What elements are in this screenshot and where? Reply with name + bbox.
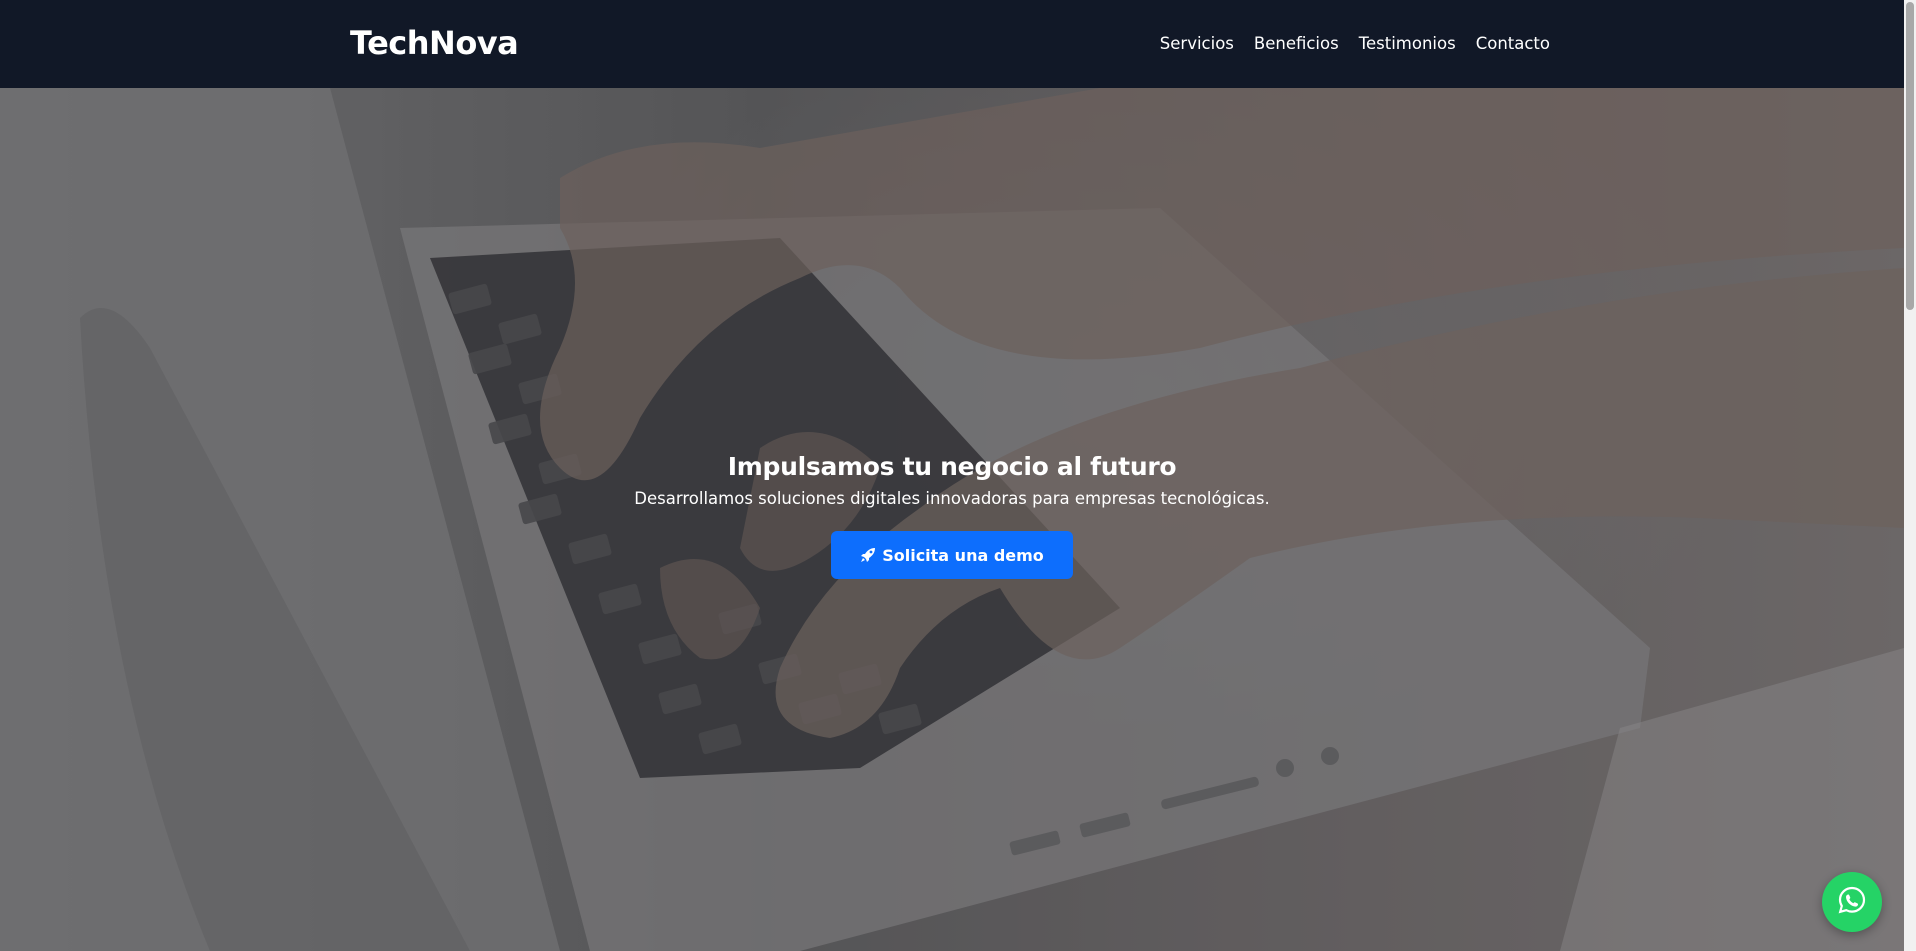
whatsapp-chat-button[interactable] (1822, 872, 1882, 932)
request-demo-label: Solicita una demo (882, 545, 1044, 565)
nav-link-contacto[interactable]: Contacto (1476, 30, 1550, 58)
page-scrollbar[interactable] (1904, 0, 1916, 951)
hero-title: Impulsamos tu negocio al futuro (727, 452, 1177, 481)
scrollbar-thumb[interactable] (1906, 2, 1914, 310)
main-nav: Servicios Beneficios Testimonios Contact… (1160, 30, 1550, 58)
hero-content: Impulsamos tu negocio al futuro Desarrol… (0, 449, 1904, 579)
hero-subtitle: Desarrollamos soluciones digitales innov… (634, 489, 1270, 508)
page: TechNova Servicios Beneficios Testimonio… (0, 0, 1916, 951)
nav-link-testimonios[interactable]: Testimonios (1359, 30, 1456, 58)
nav-link-servicios[interactable]: Servicios (1160, 30, 1234, 58)
brand-logo[interactable]: TechNova (350, 22, 519, 64)
nav-link-beneficios[interactable]: Beneficios (1254, 30, 1339, 58)
rocket-icon (860, 547, 876, 563)
whatsapp-icon (1838, 886, 1866, 918)
hero-section: Impulsamos tu negocio al futuro Desarrol… (0, 88, 1904, 951)
site-header: TechNova Servicios Beneficios Testimonio… (0, 0, 1904, 88)
request-demo-button[interactable]: Solicita una demo (831, 531, 1073, 579)
